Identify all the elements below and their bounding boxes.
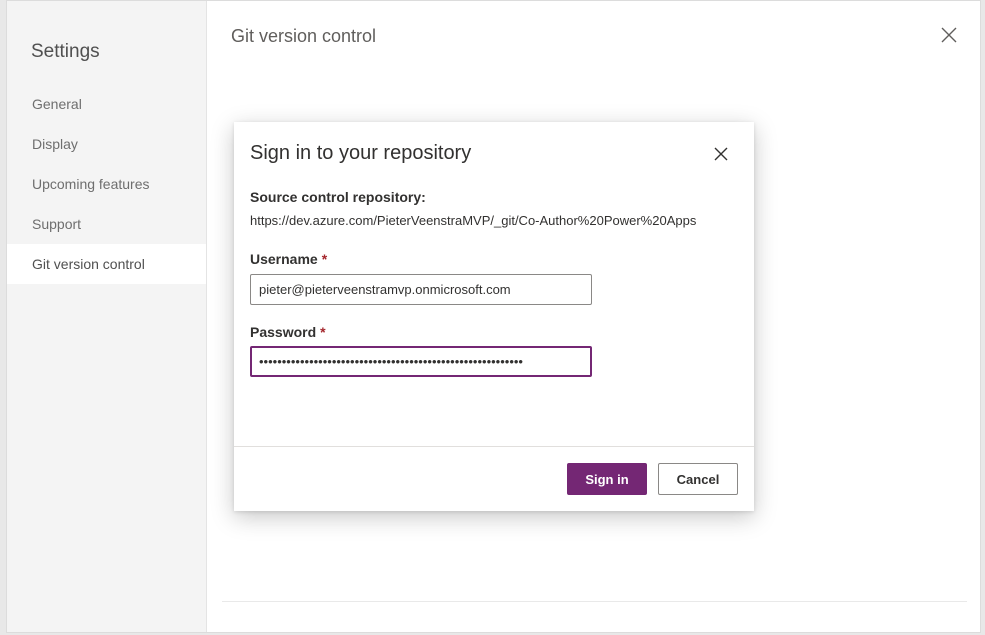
close-settings-button[interactable]	[937, 23, 961, 47]
sidebar-item-general[interactable]: General	[7, 84, 206, 124]
repo-label: Source control repository:	[250, 189, 426, 205]
dialog-footer-divider	[234, 446, 754, 447]
sign-in-dialog: Sign in to your repository Source contro…	[234, 122, 754, 511]
close-icon	[714, 147, 728, 161]
password-label: Password *	[250, 324, 326, 340]
settings-sidebar: Settings General Display Upcoming featur…	[7, 1, 207, 632]
sidebar-nav: General Display Upcoming features Suppor…	[7, 84, 206, 284]
password-field[interactable]	[250, 346, 592, 377]
username-label: Username *	[250, 251, 327, 267]
cancel-button[interactable]: Cancel	[658, 463, 738, 495]
page-title: Git version control	[231, 26, 377, 46]
required-marker: *	[320, 324, 326, 340]
repo-url: https://dev.azure.com/PieterVeenstraMVP/…	[250, 213, 697, 228]
dialog-close-button[interactable]	[711, 144, 731, 164]
sidebar-item-display[interactable]: Display	[7, 124, 206, 164]
username-label-text: Username	[250, 251, 318, 267]
close-icon	[941, 27, 957, 43]
dialog-title: Sign in to your repository	[250, 142, 472, 164]
sidebar-item-support[interactable]: Support	[7, 204, 206, 244]
sidebar-title: Settings	[31, 41, 100, 62]
sidebar-item-upcoming-features[interactable]: Upcoming features	[7, 164, 206, 204]
password-label-text: Password	[250, 324, 317, 340]
sign-in-button[interactable]: Sign in	[567, 463, 647, 495]
required-marker: *	[321, 251, 328, 267]
content-divider	[222, 601, 967, 602]
sidebar-item-git-version-control[interactable]: Git version control	[7, 244, 206, 284]
username-field[interactable]	[250, 274, 592, 305]
